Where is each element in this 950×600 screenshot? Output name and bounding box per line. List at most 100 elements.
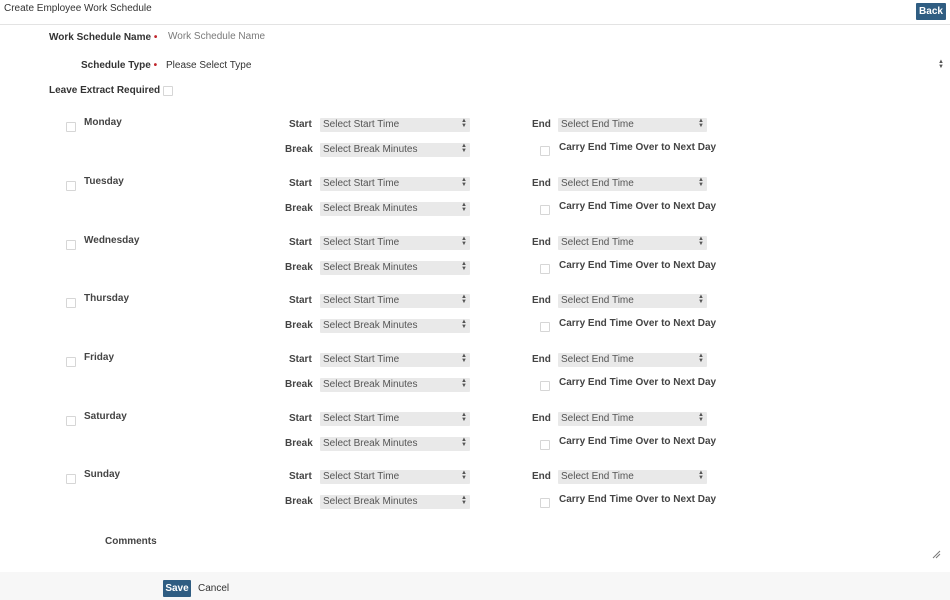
carry-over-checkbox-sunday[interactable] (540, 498, 550, 508)
day-checkbox-wednesday[interactable] (66, 240, 76, 250)
end-time-select-friday[interactable]: Select End Time ▲▼ (558, 353, 707, 367)
up-down-arrows-icon: ▲▼ (461, 236, 467, 246)
day-row-saturday: Saturday Start Select Start Time ▲▼ End Selec… (0, 410, 950, 460)
end-label: End (532, 471, 551, 482)
end-time-value: Select End Time (561, 119, 634, 130)
up-down-arrows-icon: ▲▼ (698, 118, 704, 128)
start-label: Start (289, 354, 312, 365)
start-time-select-sunday[interactable]: Select Start Time ▲▼ (320, 470, 470, 484)
carry-over-checkbox-monday[interactable] (540, 146, 550, 156)
schedule-name-label: Work Schedule Name • (49, 32, 158, 43)
break-minutes-select-saturday[interactable]: Select Break Minutes ▲▼ (320, 437, 470, 451)
carry-over-label: Carry End Time Over to Next Day (559, 494, 717, 505)
carry-over-checkbox-saturday[interactable] (540, 440, 550, 450)
day-name-sunday: Sunday (84, 469, 121, 480)
carry-over-label: Carry End Time Over to Next Day (559, 260, 717, 271)
break-minutes-select-monday[interactable]: Select Break Minutes ▲▼ (320, 143, 470, 157)
day-name-tuesday: Tuesday (84, 176, 124, 187)
schedule-type-select[interactable]: Please Select Type ▲▼ (166, 59, 944, 73)
end-time-select-wednesday[interactable]: Select End Time ▲▼ (558, 236, 707, 250)
up-down-arrows-icon: ▲▼ (698, 177, 704, 187)
start-time-select-monday[interactable]: Select Start Time ▲▼ (320, 118, 470, 132)
up-down-arrows-icon: ▲▼ (461, 143, 467, 153)
end-label: End (532, 119, 551, 130)
up-down-arrows-icon: ▲▼ (461, 294, 467, 304)
start-time-select-thursday[interactable]: Select Start Time ▲▼ (320, 294, 470, 308)
break-minutes-select-tuesday[interactable]: Select Break Minutes ▲▼ (320, 202, 470, 216)
break-minutes-select-wednesday[interactable]: Select Break Minutes ▲▼ (320, 261, 470, 275)
carry-over-checkbox-friday[interactable] (540, 381, 550, 391)
comments-textarea[interactable] (166, 530, 944, 562)
break-minutes-select-thursday[interactable]: Select Break Minutes ▲▼ (320, 319, 470, 333)
end-time-select-monday[interactable]: Select End Time ▲▼ (558, 118, 707, 132)
start-time-select-saturday[interactable]: Select Start Time ▲▼ (320, 412, 470, 426)
start-time-select-wednesday[interactable]: Select Start Time ▲▼ (320, 236, 470, 250)
end-label: End (532, 237, 551, 248)
break-minutes-value: Select Break Minutes (323, 438, 418, 449)
schedule-type-value: Please Select Type (166, 60, 252, 71)
up-down-arrows-icon: ▲▼ (698, 412, 704, 422)
end-time-value: Select End Time (561, 295, 634, 306)
day-row-friday: Friday Start Select Start Time ▲▼ End Select … (0, 351, 950, 401)
resize-grip-icon[interactable] (931, 549, 941, 559)
start-time-select-friday[interactable]: Select Start Time ▲▼ (320, 353, 470, 367)
carry-over-checkbox-tuesday[interactable] (540, 205, 550, 215)
back-button[interactable]: Back (916, 3, 946, 20)
break-minutes-select-friday[interactable]: Select Break Minutes ▲▼ (320, 378, 470, 392)
day-row-wednesday: Wednesday Start Select Start Time ▲▼ End Sele… (0, 234, 950, 284)
carry-over-label: Carry End Time Over to Next Day (559, 436, 717, 447)
day-name-thursday: Thursday (84, 293, 130, 304)
carry-over-checkbox-thursday[interactable] (540, 322, 550, 332)
break-minutes-value: Select Break Minutes (323, 496, 418, 507)
up-down-arrows-icon: ▲▼ (461, 495, 467, 505)
save-button[interactable]: Save (163, 580, 191, 597)
end-time-select-saturday[interactable]: Select End Time ▲▼ (558, 412, 707, 426)
up-down-arrows-icon: ▲▼ (461, 378, 467, 388)
break-label: Break (285, 203, 313, 214)
break-label: Break (285, 438, 313, 449)
up-down-arrows-icon: ▲▼ (461, 412, 467, 422)
up-down-arrows-icon: ▲▼ (461, 202, 467, 212)
carry-over-label: Carry End Time Over to Next Day (559, 377, 717, 388)
up-down-arrows-icon: ▲▼ (461, 437, 467, 447)
break-minutes-value: Select Break Minutes (323, 144, 418, 155)
end-time-select-thursday[interactable]: Select End Time ▲▼ (558, 294, 707, 308)
end-label: End (532, 295, 551, 306)
day-checkbox-thursday[interactable] (66, 298, 76, 308)
carry-over-checkbox-wednesday[interactable] (540, 264, 550, 274)
break-minutes-value: Select Break Minutes (323, 203, 418, 214)
start-label: Start (289, 295, 312, 306)
start-time-value: Select Start Time (323, 354, 400, 365)
start-label: Start (289, 471, 312, 482)
day-checkbox-monday[interactable] (66, 122, 76, 132)
start-label: Start (289, 178, 312, 189)
day-row-thursday: Thursday Start Select Start Time ▲▼ End Selec… (0, 292, 950, 342)
cancel-link[interactable]: Cancel (198, 583, 229, 594)
break-minutes-select-sunday[interactable]: Select Break Minutes ▲▼ (320, 495, 470, 509)
schedule-name-input[interactable]: Work Schedule Name (168, 31, 568, 42)
end-time-select-tuesday[interactable]: Select End Time ▲▼ (558, 177, 707, 191)
required-marker: • (153, 32, 158, 43)
day-row-sunday: Sunday Start Select Start Time ▲▼ End Select … (0, 468, 950, 518)
break-label: Break (285, 496, 313, 507)
end-time-value: Select End Time (561, 178, 634, 189)
header-divider (0, 24, 950, 25)
leave-extract-checkbox[interactable] (163, 86, 173, 96)
day-name-monday: Monday (84, 117, 122, 128)
up-down-arrows-icon: ▲▼ (461, 470, 467, 480)
start-label: Start (289, 119, 312, 130)
day-checkbox-sunday[interactable] (66, 474, 76, 484)
day-checkbox-saturday[interactable] (66, 416, 76, 426)
day-checkbox-friday[interactable] (66, 357, 76, 367)
end-time-value: Select End Time (561, 354, 634, 365)
start-time-select-tuesday[interactable]: Select Start Time ▲▼ (320, 177, 470, 191)
up-down-arrows-icon: ▲▼ (698, 470, 704, 480)
day-checkbox-tuesday[interactable] (66, 181, 76, 191)
start-time-value: Select Start Time (323, 295, 400, 306)
end-time-select-sunday[interactable]: Select End Time ▲▼ (558, 470, 707, 484)
up-down-arrows-icon: ▲▼ (461, 177, 467, 187)
break-label: Break (285, 379, 313, 390)
day-row-monday: Monday Start Select Start Time ▲▼ End Select … (0, 116, 950, 166)
day-row-tuesday: Tuesday Start Select Start Time ▲▼ End Select… (0, 175, 950, 225)
break-label: Break (285, 144, 313, 155)
